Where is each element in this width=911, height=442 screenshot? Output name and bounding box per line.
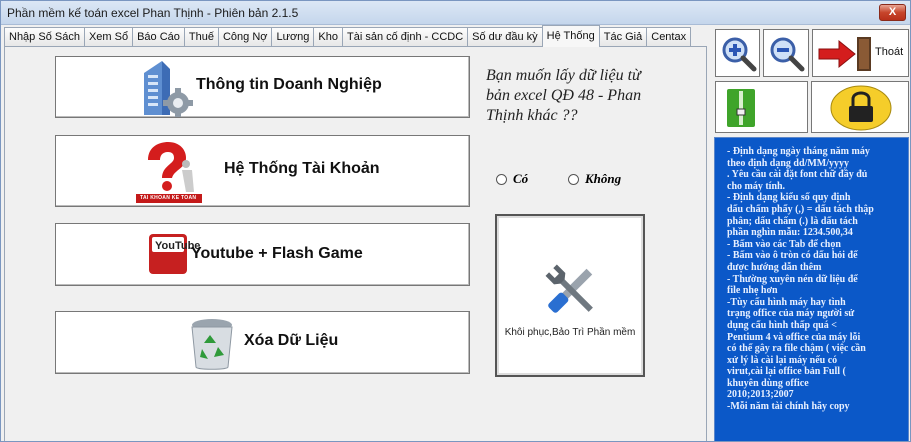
youtube-label: Youtube + Flash Game	[191, 245, 363, 262]
zip-file-icon	[727, 89, 755, 127]
tab-bao-cao[interactable]: Báo Cáo	[132, 27, 185, 47]
account-system-button[interactable]: TAI KHOAN KE TOAN Hệ Thống Tài Khoản	[55, 135, 470, 207]
info-line: - Bấm vào ô tròn có dấu hỏi để	[727, 250, 858, 262]
info-line: Pentium 4 và office của máy lỗi	[727, 331, 861, 343]
info-line: virut,cài lại office bản Full (	[727, 366, 846, 378]
info-line: được hướng dẫn thêm	[727, 261, 822, 273]
instructions-panel: - Định dạng ngày tháng năm máy theo định…	[714, 137, 909, 441]
info-line: phân; dấu chấm (.) là dấu tách	[727, 215, 858, 227]
radio-no[interactable]: Không	[568, 171, 621, 187]
tab-nhap-so-sach[interactable]: Nhập Số Sách	[4, 27, 85, 47]
youtube-button[interactable]: YouTube Youtube + Flash Game	[55, 223, 470, 286]
delete-data-button[interactable]: Xóa Dữ Liệu	[55, 311, 470, 374]
tab-kho[interactable]: Kho	[313, 27, 343, 47]
info-line: - Định dạng kiểu số quy định	[727, 192, 851, 204]
radio-yes-label: Có	[513, 171, 529, 186]
exit-door-icon	[818, 37, 871, 71]
repair-label: Khôi phục,Bảo Trì Phần mềm	[504, 327, 636, 338]
close-button[interactable]: X	[879, 4, 906, 21]
radio-no-circle[interactable]	[568, 173, 579, 185]
account-system-label: Hệ Thống Tài Khoản	[224, 160, 380, 177]
delete-data-label: Xóa Dữ Liệu	[244, 332, 339, 349]
zoom-out-icon	[770, 37, 805, 72]
lock-button[interactable]	[811, 81, 909, 133]
radio-no-label: Không	[585, 171, 622, 186]
info-line: dấu chấm phẩy (,) = dấu tách thập	[727, 203, 874, 215]
info-line: . Yêu cầu cài đặt font chữ đầy đủ	[727, 169, 868, 181]
repair-button[interactable]: Khôi phục,Bảo Trì Phần mềm	[495, 214, 645, 377]
account-logo-text: TAI KHOAN KE TOAN	[140, 195, 197, 201]
tab-strip: Nhập Số Sách Xem Sổ Báo Cáo Thuế Công Nợ…	[4, 25, 692, 47]
window-title: Phần mềm kế toán excel Phan Thịnh - Phiê…	[7, 6, 299, 20]
tab-tac-gia[interactable]: Tác Giả	[598, 27, 648, 47]
right-panel: Thoát - Định dạng ngày tháng năm máy the…	[712, 29, 910, 441]
zoom-in-button[interactable]	[715, 29, 760, 77]
building-gear-icon	[144, 61, 193, 117]
info-line: 2010;2013;2007	[727, 389, 794, 401]
system-tab-panel: Thông tin Doanh Nghiệp TAI KHOAN KE TOAN…	[4, 46, 707, 441]
app-window: Phần mềm kế toán excel Phan Thịnh - Phiê…	[0, 0, 911, 442]
tools-icon	[545, 264, 593, 313]
radio-yes-circle[interactable]	[496, 173, 507, 185]
tab-centax[interactable]: Centax	[646, 27, 692, 47]
tab-luong[interactable]: Lương	[271, 27, 315, 47]
recycle-bin-icon	[191, 319, 233, 370]
zoom-in-icon	[722, 37, 757, 72]
tab-cong-no[interactable]: Công Nợ	[217, 27, 273, 47]
info-line: file nhẹ hơn	[727, 285, 778, 297]
tab-he-thong[interactable]: Hệ Thống	[541, 25, 600, 47]
compress-button[interactable]	[715, 81, 808, 133]
tab-thue[interactable]: Thuế	[183, 27, 219, 47]
title-bar[interactable]: Phần mềm kế toán excel Phan Thịnh - Phiê…	[1, 1, 910, 25]
import-question-text: Bạn muốn lấy dữ liệu từ bản excel QĐ 48 …	[486, 67, 642, 124]
info-line: phần nghìn mẫu: 1234.500,34	[727, 227, 853, 239]
info-line: cho máy tính.	[727, 180, 786, 192]
info-line: dụng cấu hình thấp quá <	[727, 319, 837, 331]
info-line: - Định dạng ngày tháng năm máy	[727, 146, 870, 157]
zoom-out-button[interactable]	[763, 29, 809, 77]
info-line: -Tùy cấu hình máy hay tình	[727, 296, 846, 308]
info-line: trạng office của máy người sử	[727, 308, 855, 320]
tab-xem-so[interactable]: Xem Sổ	[83, 27, 134, 47]
info-line: - Bấm vào các Tab để chọn	[727, 238, 841, 250]
tab-so-du-dau-ky[interactable]: Số dư đầu kỳ	[467, 27, 543, 47]
info-line: có thể gây ra file chậm ( việc cần	[727, 343, 866, 355]
exit-button[interactable]: Thoát	[812, 29, 909, 77]
info-line: -Mỗi năm tài chính hãy copy	[727, 401, 850, 413]
company-info-label: Thông tin Doanh Nghiệp	[196, 76, 382, 93]
company-info-button[interactable]: Thông tin Doanh Nghiệp	[55, 56, 470, 118]
lock-icon	[830, 85, 892, 131]
tab-tai-san-co-dinh[interactable]: Tài sản cố định - CCDC	[342, 27, 469, 47]
info-line: - Thường xuyên nén dữ liệu để	[727, 273, 858, 285]
info-line: khuyên dùng office	[727, 377, 809, 389]
exit-label: Thoát	[875, 46, 904, 58]
info-line: theo định dạng dd/MM/yyyy	[727, 157, 849, 169]
radio-yes[interactable]: Có	[496, 171, 528, 187]
info-line: xử lý là cài lại máy nếu có	[727, 354, 838, 366]
